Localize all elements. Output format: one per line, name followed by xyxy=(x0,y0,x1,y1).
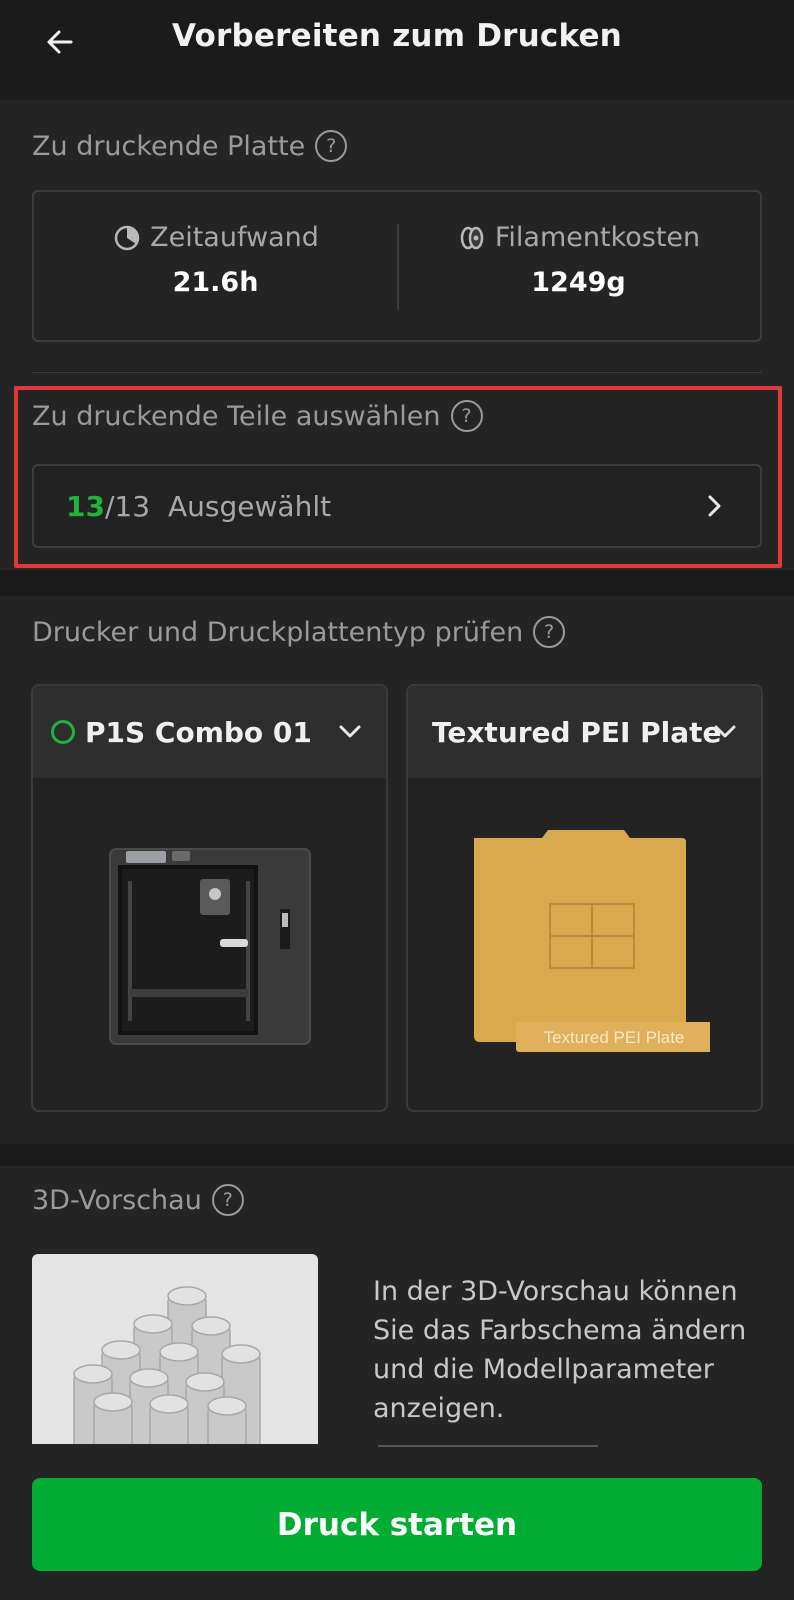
preview-thumbnail[interactable] xyxy=(32,1254,318,1444)
printer-section-header: Drucker und Druckplattentyp prüfen ? xyxy=(32,616,566,648)
divider xyxy=(32,372,762,373)
plate-section: Zu druckende Platte ? Zeitaufwand 21.6h xyxy=(0,100,794,570)
preview-section-title: 3D-Vorschau xyxy=(32,1184,202,1216)
preview-link-underline xyxy=(378,1445,598,1447)
filament-label: Filamentkosten xyxy=(494,222,701,253)
filament-stat: Filamentkosten 1249g xyxy=(397,222,760,298)
time-value: 21.6h xyxy=(172,267,259,298)
printer-card[interactable]: P1S Combo 01 xyxy=(31,684,388,1112)
help-icon[interactable]: ? xyxy=(533,616,566,648)
preview-section-header: 3D-Vorschau ? xyxy=(32,1184,244,1216)
page-title: Vorbereiten zum Drucken xyxy=(172,18,622,54)
printer-status-icon xyxy=(51,720,75,744)
printer-section-title: Drucker und Druckplattentyp prüfen xyxy=(32,616,524,648)
start-print-button[interactable]: Druck starten xyxy=(32,1478,762,1571)
chevron-down-icon xyxy=(714,725,736,738)
highlight-box xyxy=(14,386,782,568)
printer-name: P1S Combo 01 xyxy=(85,715,312,749)
plate-image: Textured PEI Plate xyxy=(408,778,761,1110)
filament-spool-icon xyxy=(460,226,484,249)
plate-type-name: Textured PEI Plate xyxy=(432,715,722,749)
filament-value: 1249g xyxy=(531,267,626,298)
plate-type-dropdown[interactable]: Textured PEI Plate xyxy=(408,686,761,778)
time-label: Zeitaufwand xyxy=(150,222,319,253)
plate-section-title: Zu druckende Platte xyxy=(32,130,306,162)
clock-icon xyxy=(114,225,140,250)
preview-description: In der 3D-Vorschau können Sie das Farbsc… xyxy=(373,1276,747,1424)
printer-section: Drucker und Druckplattentyp prüfen ? P1S… xyxy=(0,596,794,1144)
time-stat: Zeitaufwand 21.6h xyxy=(34,222,397,298)
printer-dropdown[interactable]: P1S Combo 01 xyxy=(33,686,386,778)
help-icon[interactable]: ? xyxy=(211,1184,244,1216)
plate-type-card[interactable]: Textured PEI Plate Textured PEI Plate xyxy=(406,684,763,1112)
plate-image-label: Textured PEI Plate xyxy=(543,1028,684,1047)
help-icon[interactable]: ? xyxy=(315,130,348,162)
plate-section-header: Zu druckende Platte ? xyxy=(32,130,348,162)
printer-image xyxy=(33,778,386,1110)
top-bar: Vorbereiten zum Drucken xyxy=(0,0,794,100)
print-stats-box: Zeitaufwand 21.6h Filamentkosten 1249g xyxy=(32,190,762,342)
chevron-down-icon xyxy=(339,725,361,738)
